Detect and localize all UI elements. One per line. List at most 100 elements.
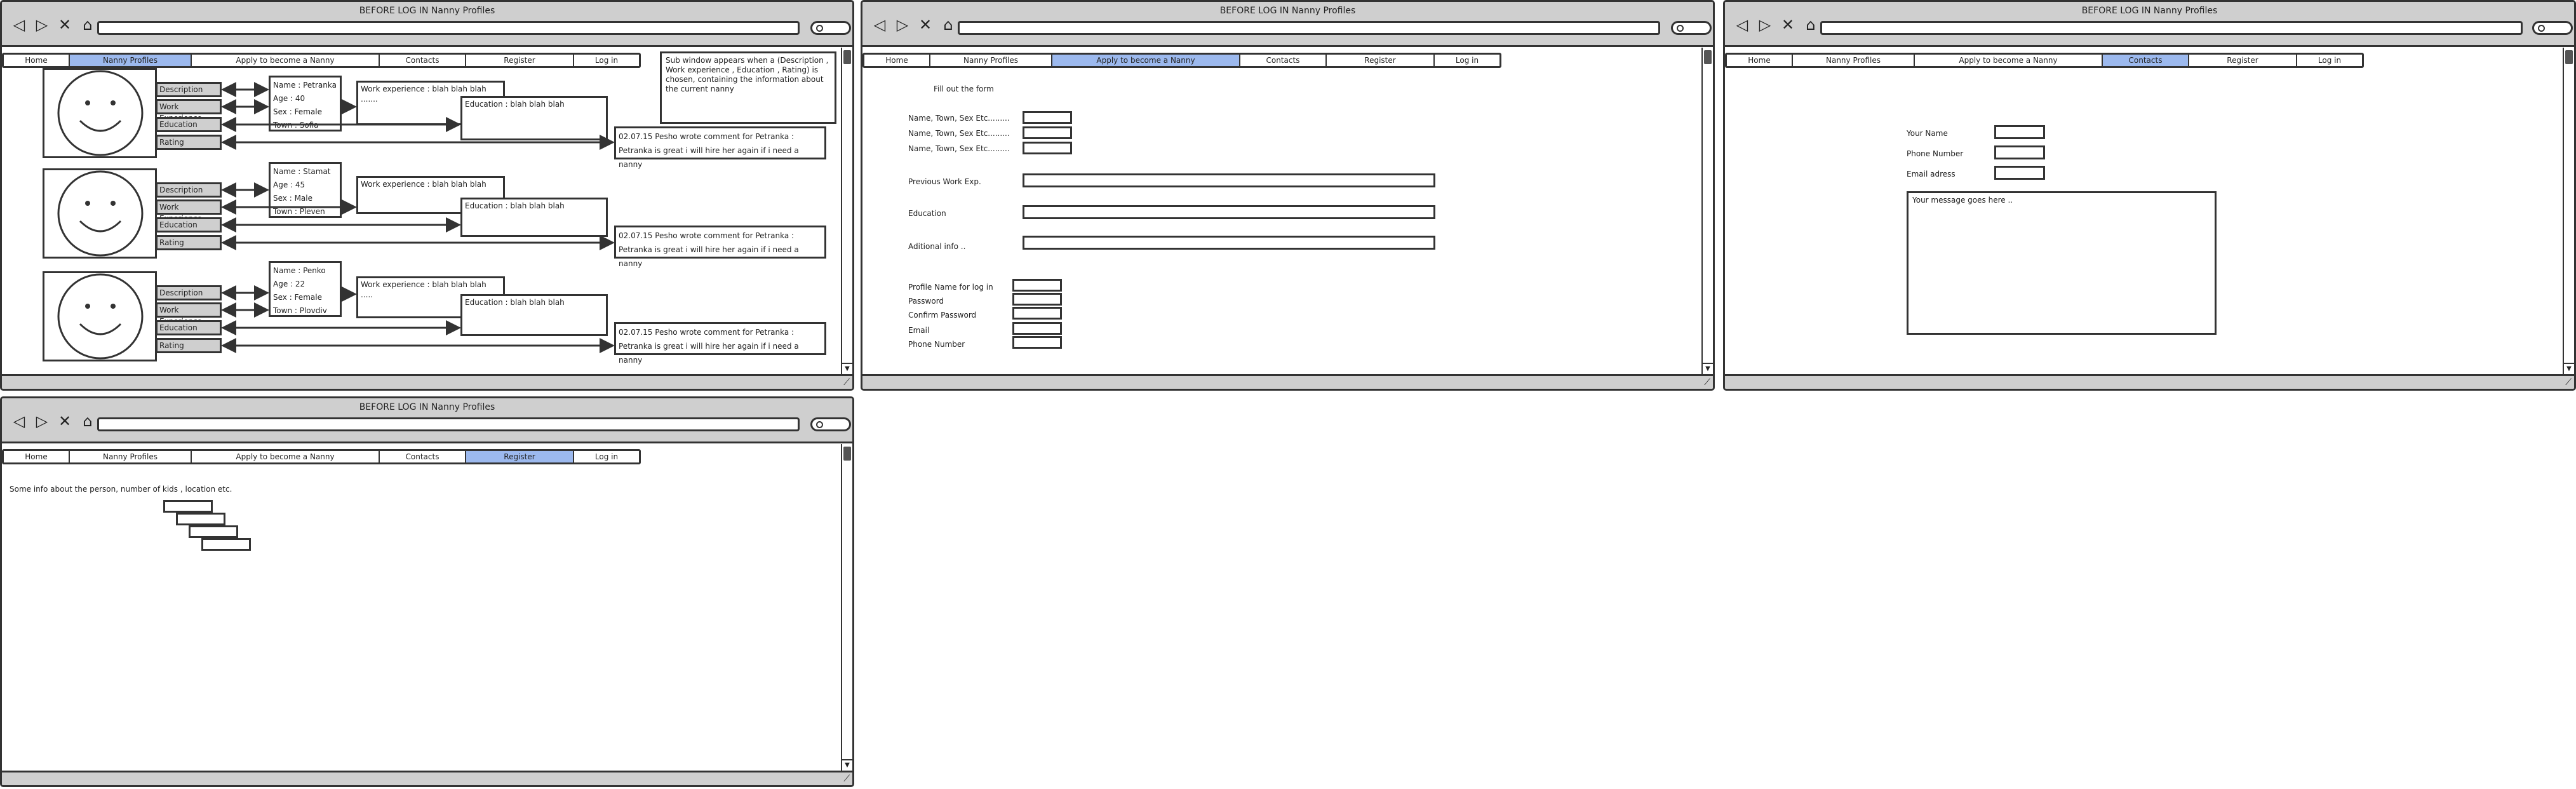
tab-register[interactable]: Register: [1327, 55, 1435, 66]
tab-apply[interactable]: Apply to become a Nanny: [192, 451, 380, 462]
back-icon[interactable]: ◁: [870, 16, 889, 34]
window-title: BEFORE LOG IN Nanny Profiles: [359, 402, 495, 412]
additional-info-label: Aditional info ..: [908, 242, 966, 251]
stacked-card[interactable]: [176, 513, 225, 525]
personal-info-label: Name, Town, Sex Etc.........: [908, 129, 1010, 138]
search-input[interactable]: [1671, 21, 1712, 35]
email-label: Email: [908, 326, 930, 335]
resize-grip-icon[interactable]: ⟋: [1704, 377, 1710, 388]
stacked-card[interactable]: [201, 538, 251, 551]
message-placeholder: Your message goes here ..: [1912, 196, 2013, 205]
stacked-card[interactable]: [163, 500, 213, 513]
phone-number-field[interactable]: [1012, 336, 1062, 349]
stop-icon[interactable]: ✕: [1778, 16, 1797, 34]
scrollbar-thumb[interactable]: [2565, 50, 2573, 64]
tab-home[interactable]: Home: [864, 55, 930, 66]
email-field[interactable]: [1012, 322, 1062, 335]
tab-apply[interactable]: Apply to become a Nanny: [1915, 55, 2103, 66]
window-titlebar: BEFORE LOG IN Nanny Profiles ◁ ▷ ✕ ⌂: [2, 398, 852, 443]
main-nav: Home Nanny Profiles Apply to become a Na…: [1725, 53, 2364, 68]
resize-grip-icon[interactable]: ⟋: [843, 377, 850, 388]
profile-name-label: Profile Name for log in: [908, 283, 993, 292]
window-title: BEFORE LOG IN Nanny Profiles: [2081, 6, 2218, 16]
scroll-down-icon[interactable]: ▼: [1703, 363, 1713, 374]
tab-nanny-profiles[interactable]: Nanny Profiles: [70, 451, 192, 462]
previous-work-field[interactable]: [1023, 173, 1435, 187]
address-bar[interactable]: [97, 417, 800, 431]
status-bar: ⟋: [1725, 374, 2574, 389]
tab-home[interactable]: Home: [4, 451, 70, 462]
email-field[interactable]: [1994, 166, 2045, 180]
confirm-password-label: Confirm Password: [908, 311, 977, 320]
status-bar: ⟋: [2, 771, 852, 785]
personal-info-field[interactable]: [1023, 126, 1072, 139]
scrollbar-thumb[interactable]: [843, 447, 851, 461]
register-info-text: Some info about the person, number of ki…: [10, 485, 232, 494]
search-input[interactable]: [810, 417, 851, 431]
tab-nanny-profiles[interactable]: Nanny Profiles: [930, 55, 1052, 66]
tab-apply[interactable]: Apply to become a Nanny: [1052, 55, 1240, 66]
personal-info-label: Name, Town, Sex Etc.........: [908, 114, 1010, 123]
tab-contacts[interactable]: Contacts: [2103, 55, 2189, 66]
search-input[interactable]: [2532, 21, 2573, 35]
scrollbar[interactable]: ▼: [2563, 48, 2574, 374]
scroll-down-icon[interactable]: ▼: [842, 759, 852, 771]
phone-number-label: Phone Number: [908, 340, 965, 349]
scrollbar[interactable]: ▼: [841, 444, 852, 771]
address-bar[interactable]: [958, 21, 1660, 35]
password-label: Password: [908, 297, 944, 306]
phone-number-label: Phone Number: [1907, 149, 1964, 158]
back-icon[interactable]: ◁: [1733, 16, 1752, 34]
tab-login[interactable]: Log in: [2297, 55, 2362, 66]
forward-icon[interactable]: ▷: [32, 412, 51, 430]
browser-window-nanny-profiles: BEFORE LOG IN Nanny Profiles ◁ ▷ ✕ ⌂ Hom…: [0, 0, 854, 391]
resize-grip-icon[interactable]: ⟋: [2565, 377, 2572, 388]
confirm-password-field[interactable]: [1012, 307, 1062, 320]
browser-window-contacts: BEFORE LOG IN Nanny Profiles ◁ ▷ ✕ ⌂ Hom…: [1723, 0, 2576, 391]
home-icon[interactable]: ⌂: [78, 412, 97, 430]
form-heading: Fill out the form: [934, 84, 994, 93]
home-icon[interactable]: ⌂: [1801, 16, 1820, 34]
forward-icon[interactable]: ▷: [1755, 16, 1774, 34]
password-field[interactable]: [1012, 293, 1062, 306]
tab-nanny-profiles[interactable]: Nanny Profiles: [1793, 55, 1915, 66]
education-field[interactable]: [1023, 205, 1435, 219]
additional-info-field[interactable]: [1023, 236, 1435, 250]
tab-register[interactable]: Register: [2189, 55, 2297, 66]
address-bar[interactable]: [1820, 21, 2523, 35]
previous-work-label: Previous Work Exp.: [908, 177, 981, 186]
profile-name-field[interactable]: [1012, 279, 1062, 292]
message-textarea[interactable]: Your message goes here ..: [1907, 191, 2217, 335]
browser-window-register: BEFORE LOG IN Nanny Profiles ◁ ▷ ✕ ⌂ Hom…: [0, 396, 854, 787]
phone-number-field[interactable]: [1994, 145, 2045, 159]
main-nav: Home Nanny Profiles Apply to become a Na…: [862, 53, 1501, 68]
resize-grip-icon[interactable]: ⟋: [843, 774, 850, 784]
browser-window-apply: BEFORE LOG IN Nanny Profiles ◁ ▷ ✕ ⌂ Hom…: [861, 0, 1715, 391]
status-bar: ⟋: [862, 374, 1713, 389]
window-titlebar: BEFORE LOG IN Nanny Profiles ◁ ▷ ✕ ⌂: [862, 2, 1713, 47]
stacked-card[interactable]: [189, 525, 238, 538]
tab-register[interactable]: Register: [466, 451, 574, 462]
scroll-down-icon[interactable]: ▼: [2564, 363, 2574, 374]
your-name-field[interactable]: [1994, 125, 2045, 139]
your-name-label: Your Name: [1907, 129, 1948, 138]
personal-info-field[interactable]: [1023, 142, 1072, 154]
home-icon[interactable]: ⌂: [939, 16, 958, 34]
forward-icon[interactable]: ▷: [893, 16, 912, 34]
tab-contacts[interactable]: Contacts: [1240, 55, 1327, 66]
tab-contacts[interactable]: Contacts: [380, 451, 466, 462]
status-bar: ⟋: [2, 374, 852, 389]
stop-icon[interactable]: ✕: [55, 412, 74, 430]
tab-home[interactable]: Home: [1727, 55, 1793, 66]
email-label: Email adress: [1907, 170, 1955, 179]
stop-icon[interactable]: ✕: [916, 16, 935, 34]
personal-info-label: Name, Town, Sex Etc.........: [908, 144, 1010, 153]
tab-login[interactable]: Log in: [574, 451, 639, 462]
personal-info-field[interactable]: [1023, 111, 1072, 124]
window-titlebar: BEFORE LOG IN Nanny Profiles ◁ ▷ ✕ ⌂: [1725, 2, 2574, 47]
back-icon[interactable]: ◁: [10, 412, 29, 430]
tab-login[interactable]: Log in: [1435, 55, 1499, 66]
scrollbar[interactable]: ▼: [1701, 48, 1713, 374]
connector-arrows: [221, 82, 615, 353]
scrollbar-thumb[interactable]: [1704, 50, 1712, 64]
